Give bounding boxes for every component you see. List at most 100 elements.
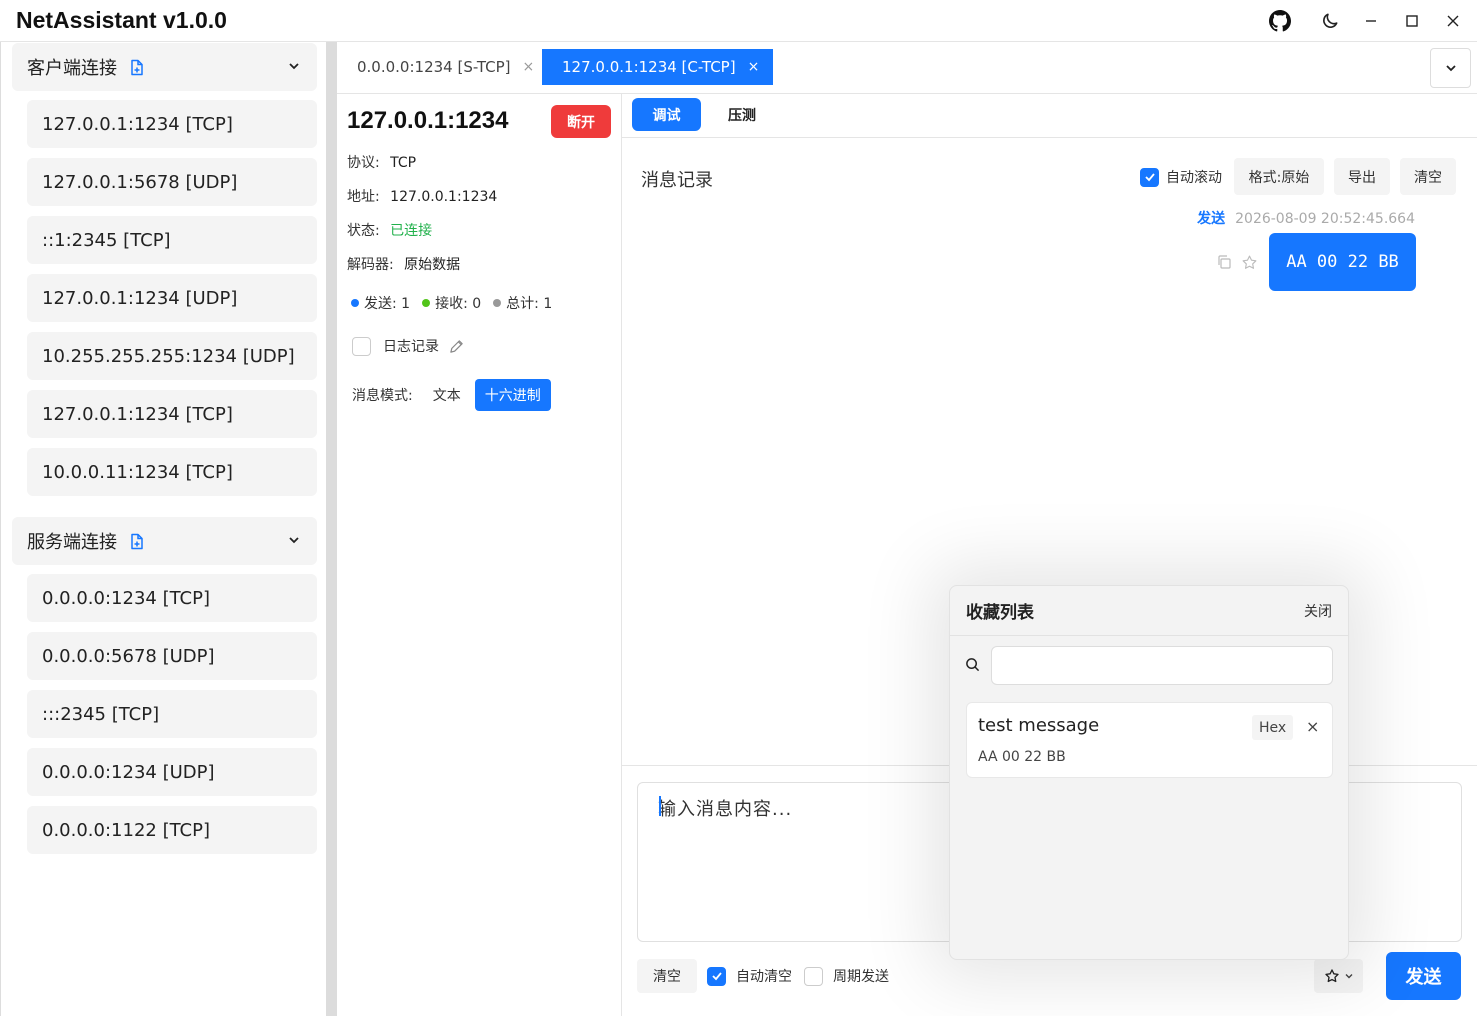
- sidebar: 客户端连接 127.0.0.1:1234 [TCP] 127.0.0.1:5678…: [0, 42, 326, 1016]
- favorites-search-input[interactable]: [991, 646, 1333, 685]
- sub-tabs: 调试 压测: [622, 94, 1477, 138]
- stats-row: 发送: 1 接收: 0 总计: 1: [351, 293, 564, 313]
- search-icon: [965, 657, 980, 676]
- connection-address: 127.0.0.1:1234: [347, 107, 509, 134]
- autoscroll-checkbox[interactable]: [1140, 167, 1159, 187]
- clear-log-button[interactable]: 清空: [1400, 158, 1456, 195]
- status-key: 状态:: [347, 223, 380, 239]
- recv-dot: [422, 299, 431, 307]
- check-icon: [1144, 173, 1155, 182]
- server-group-header[interactable]: 服务端连接: [12, 517, 317, 565]
- chevron-down-icon: [1445, 65, 1456, 72]
- auto-clear-checkbox[interactable]: [707, 966, 726, 986]
- sidebar-splitter[interactable]: [326, 42, 337, 1016]
- status-value: 已连接: [390, 223, 433, 239]
- favorites-header: 收藏列表 关闭: [950, 586, 1348, 636]
- stat-total-text: 总计: 1: [506, 296, 553, 312]
- title-bar: NetAssistant v1.0.0: [0, 0, 1477, 42]
- check-icon: [711, 972, 722, 981]
- log-checkbox[interactable]: [352, 336, 371, 356]
- close-icon[interactable]: [1440, 8, 1466, 34]
- clear-input-button[interactable]: 清空: [637, 959, 697, 993]
- connection-item[interactable]: 0.0.0.0:1234 [TCP]: [27, 574, 317, 622]
- send-button[interactable]: 发送: [1386, 952, 1461, 1000]
- message-timestamp: 2026-08-09 20:52:45.664: [1235, 211, 1415, 227]
- autoscroll-label: 自动滚动: [1166, 170, 1222, 186]
- star-icon[interactable]: [1241, 254, 1258, 275]
- protocol-value: TCP: [390, 155, 417, 171]
- stat-recv-text: 接收: 0: [435, 296, 482, 312]
- connection-item[interactable]: 127.0.0.1:1234 [TCP]: [27, 390, 317, 438]
- maximize-icon[interactable]: [1399, 8, 1425, 34]
- message-direction: 发送: [1197, 211, 1226, 227]
- decoder-row: 解码器: 原始数据: [347, 254, 460, 274]
- chevron-down-icon[interactable]: [287, 59, 301, 77]
- pencil-icon[interactable]: [449, 339, 464, 354]
- connection-item[interactable]: 0.0.0.0:1234 [UDP]: [27, 748, 317, 796]
- favorites-button[interactable]: [1314, 959, 1363, 993]
- protocol-key: 协议:: [347, 155, 380, 171]
- tab-stress[interactable]: 压测: [710, 98, 774, 131]
- auto-clear-label: 自动清空: [736, 969, 792, 985]
- export-button[interactable]: 导出: [1334, 158, 1390, 195]
- favorites-title: 收藏列表: [966, 603, 1034, 623]
- moon-icon[interactable]: [1317, 8, 1343, 34]
- mode-label: 消息模式:: [352, 388, 413, 404]
- github-icon[interactable]: [1267, 8, 1293, 34]
- autoscroll-toggle: 自动滚动: [1140, 167, 1222, 187]
- client-group-header[interactable]: 客户端连接: [12, 43, 317, 91]
- sent-dot: [351, 299, 359, 307]
- total-dot: [493, 299, 502, 307]
- tab-label: 0.0.0.0:1234 [S-TCP]: [357, 58, 511, 76]
- format-button[interactable]: 格式:原始: [1234, 158, 1324, 195]
- address-value: 127.0.0.1:1234: [390, 189, 498, 205]
- mode-hex-button[interactable]: 十六进制: [474, 379, 551, 411]
- connection-item[interactable]: 10.0.0.11:1234 [TCP]: [27, 448, 317, 496]
- tab-server-tcp[interactable]: 0.0.0.0:1234 [S-TCP] ×: [337, 49, 548, 85]
- connection-item[interactable]: 0.0.0.0:1122 [TCP]: [27, 806, 317, 854]
- log-label: 日志记录: [383, 339, 439, 355]
- add-file-icon[interactable]: [129, 533, 145, 550]
- tab-menu-button[interactable]: [1430, 48, 1471, 88]
- app-title: NetAssistant v1.0.0: [16, 7, 227, 33]
- client-group-title: 客户端连接: [27, 58, 117, 79]
- chevron-down-icon[interactable]: [287, 533, 301, 551]
- favorite-delete-icon[interactable]: ×: [1306, 717, 1319, 736]
- favorites-close-button[interactable]: 关闭: [1304, 601, 1332, 621]
- periodic-send-checkbox[interactable]: [804, 966, 823, 986]
- stat-sent: 发送: 1: [351, 293, 410, 313]
- copy-icon[interactable]: [1216, 254, 1232, 274]
- connection-item[interactable]: 127.0.0.1:1234 [TCP]: [27, 100, 317, 148]
- message-bubble: AA 00 22 BB: [1269, 233, 1416, 291]
- connection-item[interactable]: 0.0.0.0:5678 [UDP]: [27, 632, 317, 680]
- minimize-icon[interactable]: [1358, 8, 1384, 34]
- tab-label: 127.0.0.1:1234 [C-TCP]: [562, 58, 736, 76]
- status-row: 状态: 已连接: [347, 220, 432, 240]
- connection-tabs: 0.0.0.0:1234 [S-TCP] × 127.0.0.1:1234 [C…: [337, 42, 1477, 94]
- favorite-data: AA 00 22 BB: [978, 749, 1066, 765]
- tab-close-icon[interactable]: ×: [523, 59, 535, 75]
- disconnect-button[interactable]: 断开: [551, 105, 611, 138]
- connection-item[interactable]: :::2345 [TCP]: [27, 690, 317, 738]
- address-key: 地址:: [347, 189, 380, 205]
- text-caret: [659, 796, 661, 816]
- connection-item[interactable]: 127.0.0.1:1234 [UDP]: [27, 274, 317, 322]
- tab-client-tcp[interactable]: 127.0.0.1:1234 [C-TCP] ×: [542, 49, 774, 85]
- decoder-key: 解码器:: [347, 257, 394, 273]
- add-file-icon[interactable]: [129, 59, 145, 76]
- favorites-popup: 收藏列表 关闭 test message Hex × AA 00 22 BB: [949, 585, 1349, 960]
- message-mode-row: 消息模式: 文本 十六进制: [352, 379, 551, 411]
- periodic-send-label: 周期发送: [833, 969, 889, 985]
- mode-text-button[interactable]: 文本: [423, 379, 471, 411]
- favorite-item[interactable]: test message Hex × AA 00 22 BB: [966, 702, 1333, 778]
- tab-close-icon[interactable]: ×: [748, 59, 760, 75]
- tab-debug[interactable]: 调试: [632, 98, 701, 131]
- stat-sent-text: 发送: 1: [364, 296, 411, 312]
- connection-item[interactable]: 127.0.0.1:5678 [UDP]: [27, 158, 317, 206]
- composer-toolbar: 清空 自动清空 周期发送: [637, 959, 889, 993]
- connection-item[interactable]: ::1:2345 [TCP]: [27, 216, 317, 264]
- favorite-name: test message: [978, 715, 1100, 736]
- protocol-row: 协议: TCP: [347, 152, 416, 172]
- stat-total: 总计: 1: [493, 293, 552, 313]
- connection-item[interactable]: 10.255.255.255:1234 [UDP]: [27, 332, 317, 380]
